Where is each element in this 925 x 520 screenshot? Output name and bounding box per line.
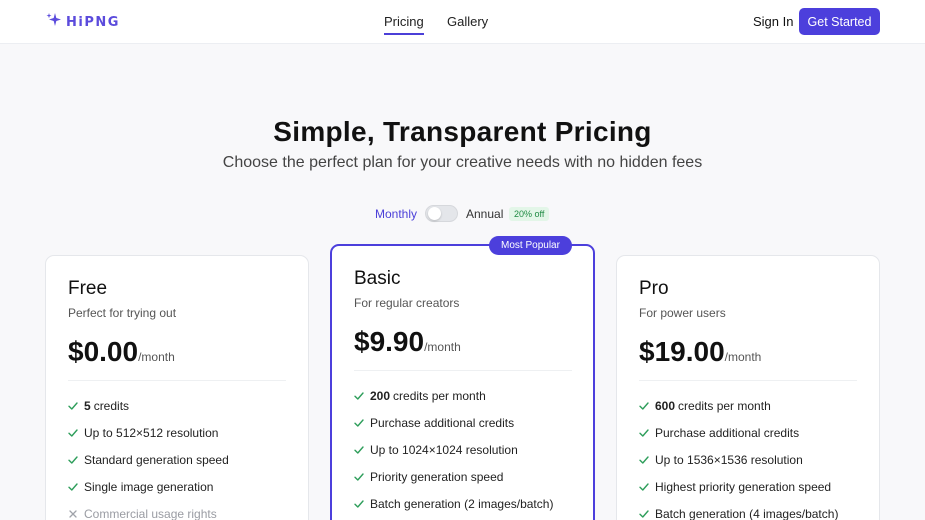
plan-price: $0.00/month [68, 336, 175, 368]
billing-monthly-label[interactable]: Monthly [375, 207, 417, 221]
feature-text: Up to 1024×1024 resolution [370, 442, 518, 457]
check-icon [639, 509, 655, 519]
plan-description: Perfect for trying out [68, 306, 177, 320]
check-icon [354, 391, 370, 401]
feature-item: Commercial usage rights [68, 500, 229, 520]
billing-annual-label[interactable]: Annual [466, 207, 503, 221]
plan-card-pro: Pro For power users $19.00/month 600 cred… [616, 255, 880, 520]
feature-item: Batch generation (2 images/batch) [354, 490, 553, 517]
feature-text: Single image generation [84, 479, 214, 494]
check-icon [68, 482, 84, 492]
price-amount: $19.00 [639, 336, 725, 367]
feature-item: 5 credits [68, 392, 229, 419]
check-icon [354, 418, 370, 428]
most-popular-badge: Most Popular [489, 236, 572, 255]
feature-item: Priority generation speed [354, 463, 553, 490]
feature-text: Batch generation (2 images/batch) [370, 496, 554, 511]
feature-item: 200 credits per month [354, 382, 553, 409]
check-icon [68, 401, 84, 411]
feature-text: Purchase additional credits [370, 415, 515, 430]
feature-highlight: 600 [655, 398, 676, 413]
feature-item: Up to 1024×1024 resolution [354, 436, 553, 463]
feature-highlight: 200 [370, 388, 391, 403]
card-divider [354, 370, 572, 371]
feature-text: credits per month [393, 388, 486, 403]
card-divider [639, 380, 857, 381]
feature-text: credits [93, 398, 130, 413]
plan-name: Basic [354, 268, 401, 289]
brand-logo[interactable]: HiPNG [46, 12, 120, 33]
price-period: /month [138, 350, 175, 364]
feature-text: Highest priority generation speed [655, 479, 832, 494]
plan-card-basic: Basic For regular creators $9.90/month 2… [330, 244, 595, 520]
price-amount: $9.90 [354, 326, 425, 357]
toggle-knob [428, 207, 441, 220]
feature-list: 200 credits per month Purchase additional … [354, 382, 553, 517]
feature-list: 5 credits Up to 512×512 resolution Standard… [68, 392, 229, 520]
check-icon [68, 455, 84, 465]
feature-text: credits per month [678, 398, 771, 413]
feature-item: 600 credits per month [639, 392, 838, 419]
plan-description: For regular creators [354, 296, 460, 310]
check-icon [68, 428, 84, 438]
brand-name: HiPNG [66, 15, 120, 30]
feature-item: Highest priority generation speed [639, 473, 838, 500]
feature-list: 600 credits per month Purchase additional … [639, 392, 838, 520]
plan-description: For power users [639, 306, 726, 320]
get-started-button[interactable]: Get Started [799, 8, 880, 35]
feature-text: Commercial usage rights [84, 506, 217, 520]
feature-highlight: 5 [84, 398, 91, 413]
feature-text: Up to 1536×1536 resolution [655, 452, 803, 467]
top-navbar: HiPNG Pricing Gallery Sign In Get Starte… [0, 0, 925, 44]
feature-text: Up to 512×512 resolution [84, 425, 219, 440]
check-icon [639, 482, 655, 492]
feature-text: Priority generation speed [370, 469, 504, 484]
plan-name: Pro [639, 278, 669, 299]
feature-item: Purchase additional credits [639, 419, 838, 446]
plan-card-free: Free Perfect for trying out $0.00/month … [45, 255, 309, 520]
plan-name: Free [68, 278, 108, 299]
price-period: /month [424, 340, 461, 354]
feature-item: Up to 1536×1536 resolution [639, 446, 838, 473]
feature-text: Batch generation (4 images/batch) [655, 506, 839, 520]
x-icon [68, 509, 84, 519]
plan-price: $9.90/month [354, 326, 461, 358]
feature-item: Standard generation speed [68, 446, 229, 473]
nav-gallery-link[interactable]: Gallery [447, 14, 488, 35]
price-amount: $0.00 [68, 336, 139, 367]
page-subtitle: Choose the perfect plan for your creativ… [222, 154, 703, 171]
billing-period-toggle[interactable] [425, 205, 458, 222]
feature-text: Standard generation speed [84, 452, 229, 467]
card-divider [68, 380, 286, 381]
page-title: Simple, Transparent Pricing [273, 116, 652, 147]
check-icon [354, 499, 370, 509]
check-icon [639, 401, 655, 411]
sparkle-icon [46, 12, 66, 33]
check-icon [639, 428, 655, 438]
feature-item: Batch generation (4 images/batch) [639, 500, 838, 520]
price-period: /month [724, 350, 762, 364]
check-icon [354, 445, 370, 455]
check-icon [639, 455, 655, 465]
plan-price: $19.00/month [639, 336, 761, 368]
feature-item: Single image generation [68, 473, 229, 500]
discount-badge: 20% off [509, 207, 550, 221]
feature-text: Purchase additional credits [655, 425, 800, 440]
check-icon [354, 472, 370, 482]
sign-in-link[interactable]: Sign In [753, 14, 793, 29]
feature-item: Purchase additional credits [354, 409, 553, 436]
feature-item: Up to 512×512 resolution [68, 419, 229, 446]
nav-pricing-link[interactable]: Pricing [384, 14, 424, 35]
